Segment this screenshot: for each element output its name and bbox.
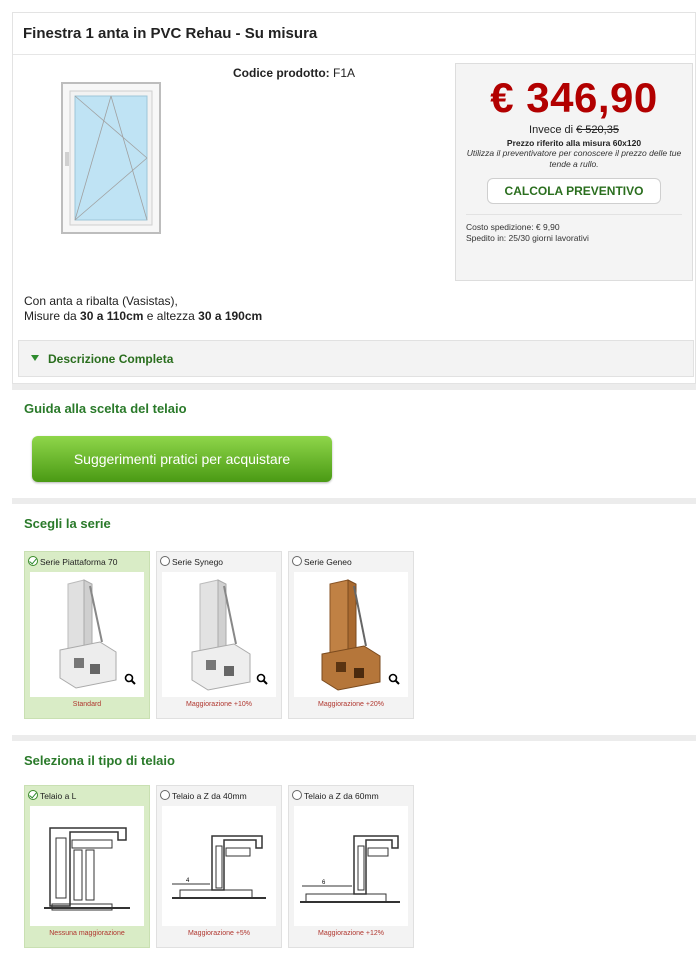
series-option-footer: Maggiorazione +10%: [186, 701, 252, 708]
series-option-synego[interactable]: Serie Synego Maggiorazione +10%: [156, 551, 282, 719]
caret-down-icon: [31, 355, 39, 361]
frame-option-z40[interactable]: Telaio a Z da 40mm 4 Maggiorazione +5%: [156, 785, 282, 948]
frame-option-text: Telaio a Z da 60mm: [304, 791, 379, 801]
product-window-image: [61, 82, 161, 234]
old-price: € 520,35: [576, 124, 619, 136]
price: € 346,90: [490, 74, 658, 121]
series-option-piattaforma[interactable]: Serie Piattaforma 70 Standard: [24, 551, 150, 719]
desc-text: Misure da: [24, 309, 81, 323]
series-heading: Scegli la serie: [24, 516, 111, 531]
product-title: Finestra 1 anta in PVC Rehau - Su misura: [13, 13, 695, 55]
frame-profile-image: [30, 806, 144, 926]
product-code-value: F1A: [333, 66, 356, 80]
frame-option-label: Telaio a L: [25, 786, 149, 806]
checked-radio-icon: [28, 556, 38, 566]
radio-icon: [292, 790, 302, 800]
full-description-label: Descrizione Completa: [48, 352, 174, 366]
series-profile-image: [294, 572, 408, 697]
series-option-footer: Maggiorazione +20%: [318, 701, 384, 708]
shipping-time: Spedito in: 25/30 giorni lavorativi: [466, 233, 589, 243]
series-option-text: Serie Piattaforma 70: [40, 557, 118, 567]
frame-profile-image: 6: [294, 806, 408, 926]
series-option-footer: Standard: [72, 701, 102, 708]
old-price-line: Invece di € 520,35: [456, 124, 692, 136]
series-option-label: Serie Geneo: [289, 552, 413, 572]
shipping-cost: Costo spedizione: € 9,90: [466, 222, 560, 232]
frame-option-label: Telaio a Z da 60mm: [289, 786, 413, 806]
full-description-toggle[interactable]: Descrizione Completa: [18, 340, 694, 377]
old-price-label: Invece di: [529, 124, 577, 136]
series-option-label: Serie Synego: [157, 552, 281, 572]
calculate-quote-button[interactable]: CALCOLA PREVENTIVO: [487, 178, 661, 204]
section-divider: [12, 735, 696, 741]
desc-line-1: Con anta a ribalta (Vasistas),: [24, 294, 178, 308]
radio-icon: [292, 556, 302, 566]
series-option-text: Serie Geneo: [304, 557, 352, 567]
guide-heading: Guida alla scelta del telaio: [24, 401, 187, 416]
price-box: € 346,90 Invece di € 520,35 Prezzo rifer…: [455, 63, 693, 281]
checked-radio-icon: [28, 790, 38, 800]
frame-option-l[interactable]: Telaio a L Nessuna maggiorazione: [24, 785, 150, 948]
frame-option-z60[interactable]: Telaio a Z da 60mm 6 Maggiorazione +12%: [288, 785, 414, 948]
frame-option-footer: Maggiorazione +5%: [187, 930, 251, 937]
section-divider: [12, 384, 696, 390]
short-description: Con anta a ribalta (Vasistas), Misure da…: [24, 294, 262, 324]
series-option-text: Serie Synego: [172, 557, 224, 567]
radio-icon: [160, 556, 170, 566]
desc-height: 30 a 190cm: [198, 309, 263, 323]
product-code-label: Codice prodotto:: [233, 66, 330, 80]
product-code: Codice prodotto: F1A: [233, 66, 355, 80]
svg-text:6: 6: [322, 880, 326, 886]
zoom-icon[interactable]: [256, 673, 268, 685]
series-profile-image: [162, 572, 276, 697]
zoom-icon[interactable]: [388, 673, 400, 685]
series-option-label: Serie Piattaforma 70: [25, 552, 149, 572]
buying-tips-button[interactable]: Suggerimenti pratici per acquistare: [32, 436, 332, 482]
frame-heading: Seleziona il tipo di telaio: [24, 753, 175, 768]
desc-line-2: Misure da 30 a 110cm e altezza 30 a 190c…: [24, 309, 262, 324]
series-profile-image: [30, 572, 144, 697]
radio-icon: [160, 790, 170, 800]
svg-text:4: 4: [186, 878, 190, 884]
series-option-geneo[interactable]: Serie Geneo Maggiorazione +20%: [288, 551, 414, 719]
shipping-info: Costo spedizione: € 9,90 Spedito in: 25/…: [466, 214, 682, 244]
desc-width: 30 a 110cm: [80, 309, 144, 323]
frame-option-text: Telaio a L: [40, 791, 77, 801]
frame-option-footer: Maggiorazione +12%: [318, 930, 384, 937]
frame-option-label: Telaio a Z da 40mm: [157, 786, 281, 806]
price-reference: Prezzo riferito alla misura 60x120: [506, 138, 642, 148]
desc-text: e altezza: [143, 309, 199, 323]
frame-option-text: Telaio a Z da 40mm: [172, 791, 247, 801]
zoom-icon[interactable]: [124, 673, 136, 685]
price-hint: Utilizza il preventivatore per conoscere…: [466, 148, 682, 169]
section-divider: [12, 498, 696, 504]
frame-profile-image: 4: [162, 806, 276, 926]
frame-option-footer: Nessuna maggiorazione: [49, 930, 125, 937]
